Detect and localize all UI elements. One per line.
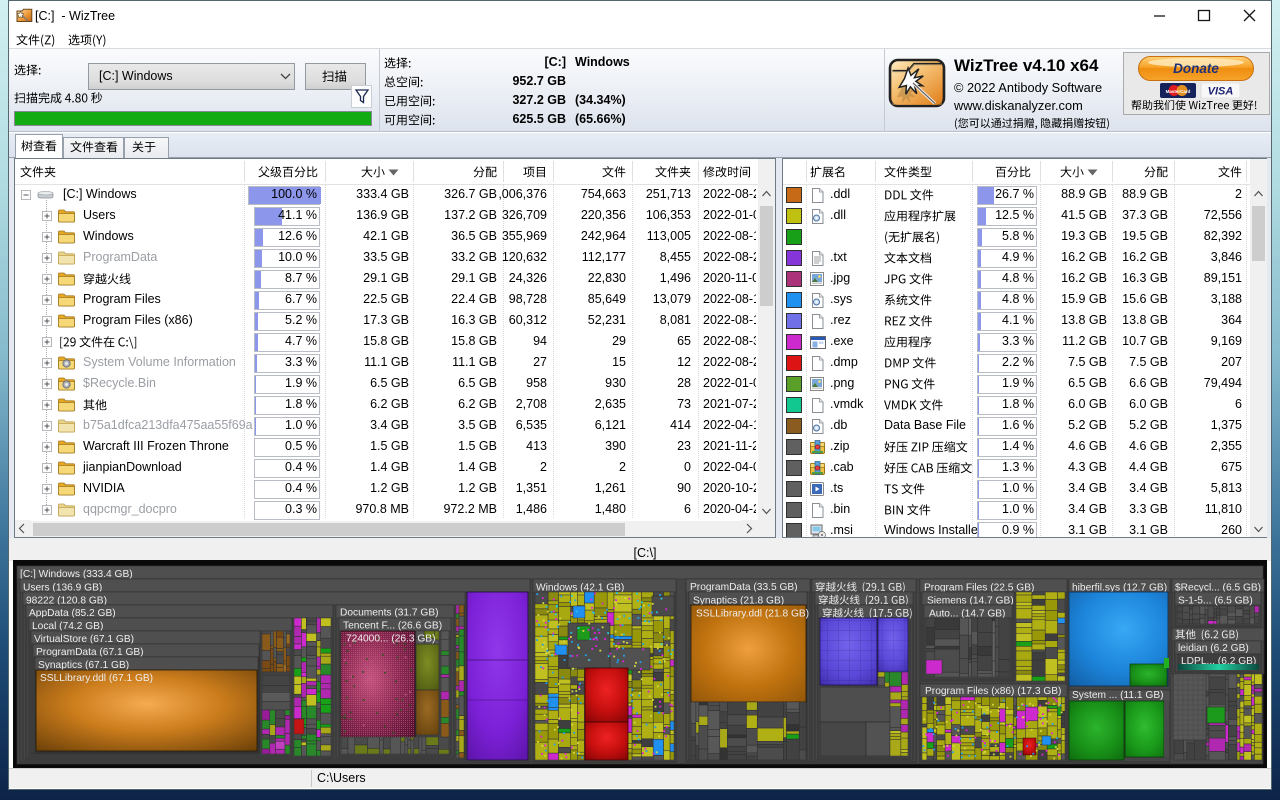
- svg-text:Donate: Donate: [1173, 61, 1219, 76]
- svg-text:Program Files (x86) (17.3 GB): Program Files (x86) (17.3 GB): [925, 686, 1061, 697]
- svg-text:Documents (31.7 GB): Documents (31.7 GB): [340, 608, 439, 619]
- svg-text:AppData (85.2 GB): AppData (85.2 GB): [29, 608, 116, 619]
- svg-text:S-1-5... (6.5 GB): S-1-5... (6.5 GB): [1178, 596, 1253, 607]
- svg-text:System ... (11.1 GB): System ... (11.1 GB): [1072, 690, 1164, 701]
- svg-text:ProgramData (33.5 GB): ProgramData (33.5 GB): [690, 582, 798, 593]
- svg-text:SSLLibrary.ddl (21.8 GB): SSLLibrary.ddl (21.8 GB): [696, 609, 809, 620]
- svg-text:SSLLibrary.ddl (67.1 GB): SSLLibrary.ddl (67.1 GB): [40, 673, 153, 684]
- svg-text:Tencent F... (26.6 GB): Tencent F... (26.6 GB): [343, 621, 442, 632]
- svg-text:724000... (26.3 GB): 724000... (26.3 GB): [346, 634, 435, 645]
- svg-text:VISA: VISA: [1208, 86, 1234, 98]
- svg-text:[C:] Windows (333.4 GB): [C:] Windows (333.4 GB): [20, 569, 133, 580]
- svg-text:Synaptics (67.1 GB): Synaptics (67.1 GB): [38, 660, 129, 671]
- svg-text:leidian (6.2 GB): leidian (6.2 GB): [1178, 643, 1249, 654]
- svg-text:MasterCard: MasterCard: [1166, 89, 1191, 94]
- svg-text:ProgramData (67.1 GB): ProgramData (67.1 GB): [36, 647, 144, 658]
- svg-text:VirtualStore (67.1 GB): VirtualStore (67.1 GB): [34, 634, 134, 645]
- svg-text:Local (74.2 GB): Local (74.2 GB): [32, 621, 103, 632]
